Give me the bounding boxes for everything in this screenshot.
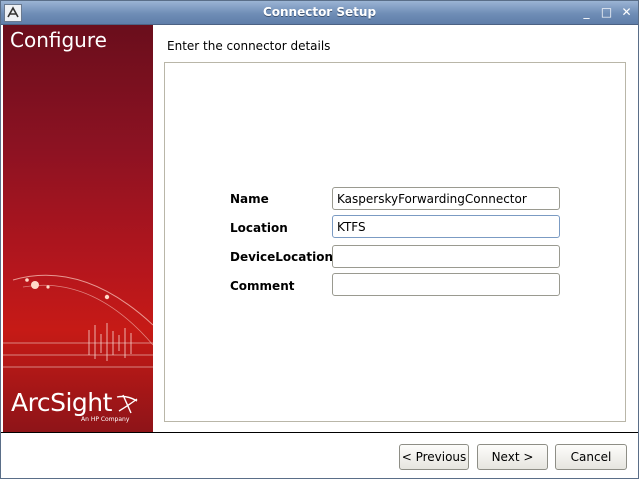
arcsight-logo-mark-icon — [116, 394, 138, 414]
minimize-icon[interactable]: _ — [579, 5, 594, 20]
banner-title: Configure — [10, 28, 107, 52]
connector-setup-window: Connector Setup _ □ ✕ Configure ArcSight… — [0, 0, 639, 479]
device-location-label: DeviceLocation — [230, 250, 334, 264]
maximize-icon[interactable]: □ — [599, 5, 614, 20]
next-button[interactable]: Next > — [477, 444, 548, 470]
previous-button[interactable]: < Previous — [399, 444, 469, 470]
cancel-button[interactable]: Cancel — [555, 444, 627, 470]
comment-input[interactable] — [332, 273, 560, 296]
page-header: Enter the connector details — [167, 39, 331, 53]
comment-label: Comment — [230, 279, 295, 293]
device-location-input[interactable] — [332, 245, 560, 268]
location-label: Location — [230, 221, 288, 235]
title-bar[interactable]: Connector Setup _ □ ✕ — [1, 1, 638, 25]
location-input[interactable] — [332, 215, 560, 238]
name-input[interactable] — [332, 187, 560, 210]
banner-tagline: An HP Company — [81, 416, 130, 423]
window-title: Connector Setup — [262, 5, 377, 19]
name-label: Name — [230, 192, 269, 206]
banner-artwork — [3, 274, 153, 368]
details-panel — [164, 62, 626, 422]
close-icon[interactable]: ✕ — [619, 5, 634, 20]
side-banner: Configure ArcSight An HP Company — [3, 25, 153, 432]
arcsight-logo: ArcSight — [11, 388, 112, 417]
